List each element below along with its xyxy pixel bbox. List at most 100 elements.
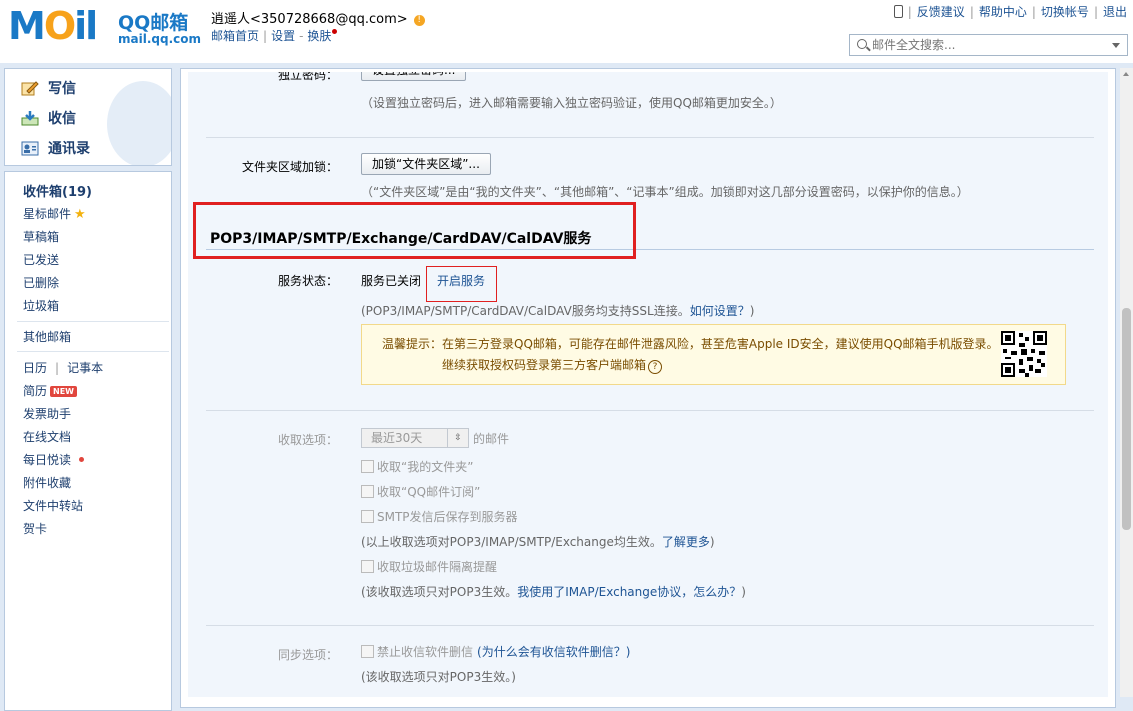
compose-button[interactable]: 写信 xyxy=(21,78,76,98)
divider xyxy=(17,321,169,322)
divider xyxy=(206,137,1094,138)
receive-note-1-text: (以上收取选项对POP3/IMAP/SMTP/Exchange均生效。 xyxy=(361,535,662,549)
divider xyxy=(206,625,1094,626)
inbox-download-icon xyxy=(21,111,39,126)
spam-reminder-checkbox[interactable]: 收取垃圾邮件隔离提醒 xyxy=(361,558,497,575)
sidebar-item-daily-read[interactable]: 每日悦读 xyxy=(23,451,85,468)
sidebar-item-sent[interactable]: 已发送 xyxy=(23,251,59,268)
how-to-setup-link[interactable]: 如何设置？ xyxy=(690,304,750,318)
sidebar-item-drafts[interactable]: 草稿箱 xyxy=(23,228,59,245)
receive-note-1-close: ) xyxy=(709,535,715,549)
receive-label: 收信 xyxy=(48,111,76,127)
checkbox[interactable] xyxy=(361,560,374,573)
search-icon[interactable] xyxy=(857,39,867,49)
sidebar-item-starred[interactable]: 星标邮件 ★ xyxy=(23,205,86,222)
checkbox[interactable] xyxy=(361,510,374,523)
smtp-save-checkbox[interactable]: SMTP发信后保存到服务器 xyxy=(361,508,518,525)
folder-lock-hint: （“文件夹区域”是由“我的文件夹”、“其他邮箱”、“记事本”组成。加锁即对这几部… xyxy=(361,185,969,199)
user-display[interactable]: 逍遥人<350728668@qq.com> xyxy=(211,12,408,27)
ssl-hint-close: ) xyxy=(749,304,755,318)
sidebar-quick-actions: 写信 收信 通讯录 xyxy=(4,68,172,166)
checkbox[interactable] xyxy=(361,645,374,658)
sidebar-item-calendar-notes: 日历 | 记事本 xyxy=(23,361,104,375)
checkbox-label: 收取垃圾邮件隔离提醒 xyxy=(377,560,498,574)
select-arrows-icon: ⇳ xyxy=(447,429,468,447)
skin-link[interactable]: 换肤 xyxy=(307,29,331,43)
sidebar-item-resume[interactable]: 简历 NEW xyxy=(23,382,77,399)
sidebar-item-docs[interactable]: 在线文档 xyxy=(23,428,71,445)
sidebar-item-spam[interactable]: 垃圾箱 xyxy=(23,297,59,314)
tip-line-1: 温馨提示：在第三方登录QQ邮箱，可能存在邮件泄露风险，甚至危害Apple ID安… xyxy=(382,337,999,351)
sidebar-item-other-mailbox[interactable]: 其他邮箱 xyxy=(23,328,71,345)
checkbox-label: 收取“我的文件夹” xyxy=(377,460,474,474)
receive-my-folders-checkbox[interactable]: 收取“我的文件夹” xyxy=(361,458,473,475)
checkbox[interactable] xyxy=(361,460,374,473)
logout-link[interactable]: 退出 xyxy=(1103,5,1127,19)
receive-subscription-checkbox[interactable]: 收取“QQ邮件订阅” xyxy=(361,483,480,500)
sidebar-item-cards[interactable]: 贺卡 xyxy=(23,520,47,537)
sidebar-item-file-transfer[interactable]: 文件中转站 xyxy=(23,497,83,514)
checkbox-label: 收取“QQ邮件订阅” xyxy=(377,485,481,499)
checkbox[interactable] xyxy=(361,485,374,498)
logo[interactable]: MOil QQ邮箱 mail.qq.com xyxy=(8,4,201,48)
search-input[interactable] xyxy=(872,37,1102,53)
warning-icon[interactable]: ! xyxy=(413,15,425,26)
learn-more-link[interactable]: 了解更多 xyxy=(662,535,710,549)
warning-tip-box: 温馨提示：在第三方登录QQ邮箱，可能存在邮件泄露风险，甚至危害Apple ID安… xyxy=(361,324,1066,385)
user-info: 逍遥人<350728668@qq.com>! xyxy=(211,8,425,27)
ssl-hint-text: (POP3/IMAP/SMTP/CardDAV/CalDAV服务均支持SSL连接… xyxy=(361,304,690,318)
mailbox-home-link[interactable]: 邮箱首页 xyxy=(211,29,259,43)
receive-options-label: 收取选项： xyxy=(277,433,338,447)
penguin-decoration xyxy=(107,81,171,165)
imap-exchange-help-link[interactable]: 我使用了IMAP/Exchange协议，怎么办？ xyxy=(517,585,741,599)
sync-note: (该收取选项只对POP3生效。) xyxy=(361,670,516,684)
tip-line-2: 继续获取授权码登录第三方客户端邮箱? xyxy=(442,356,663,374)
receive-range-select[interactable]: 最近30天 ⇳ xyxy=(361,428,469,448)
highlight-box xyxy=(193,202,636,259)
receive-note-2-text: (该收取选项只对POP3生效。 xyxy=(361,585,518,599)
receive-note-2-close: ) xyxy=(741,585,746,599)
receive-note-1: (以上收取选项对POP3/IMAP/SMTP/Exchange均生效。了解更多) xyxy=(361,533,715,550)
starred-label: 星标邮件 xyxy=(23,207,72,221)
divider xyxy=(17,351,169,352)
contacts-card-icon xyxy=(21,141,39,156)
header: MOil QQ邮箱 mail.qq.com 逍遥人<350728668@qq.c… xyxy=(0,0,1133,63)
sidebar-item-inbox[interactable]: 收件箱(19) xyxy=(23,181,92,200)
scroll-up-icon[interactable] xyxy=(1123,72,1129,76)
enable-service-highlight xyxy=(426,266,497,302)
logo-mark: MOil xyxy=(8,4,98,48)
user-nav: 邮箱首页 | 设置 - 换肤 xyxy=(211,27,338,44)
service-status-label: 服务状态： xyxy=(277,274,338,288)
service-status-value: 服务已关闭 xyxy=(361,274,422,288)
feedback-link[interactable]: 反馈建议 xyxy=(917,5,965,19)
search-box[interactable] xyxy=(849,34,1128,56)
new-badge: NEW xyxy=(50,386,77,397)
switch-account-link[interactable]: 切换帐号 xyxy=(1041,5,1089,19)
checkbox-label: 禁止收信软件删信 xyxy=(377,645,474,659)
calendar-link[interactable]: 日历 xyxy=(23,361,47,375)
forbid-delete-checkbox[interactable]: 禁止收信软件删信 (为什么会有收信软件删信？) xyxy=(361,643,630,660)
scrollbar-thumb[interactable] xyxy=(1122,308,1131,530)
settings-content: 独立密码： 设置独立密码... （设置独立密码后，进入邮箱需要输入独立密码验证，… xyxy=(188,72,1108,697)
phone-icon[interactable] xyxy=(893,5,903,18)
top-nav: | 反馈建议 | 帮助中心 | 切换帐号 | 退出 xyxy=(893,3,1127,20)
sidebar-item-deleted[interactable]: 已删除 xyxy=(23,274,59,291)
help-link[interactable]: 帮助中心 xyxy=(979,5,1027,19)
help-question-icon[interactable]: ? xyxy=(648,360,663,374)
tip-line-2-text: 继续获取授权码登录第三方客户端邮箱 xyxy=(442,358,647,372)
set-independent-password-button[interactable]: 设置独立密码... xyxy=(361,72,467,81)
sidebar-item-invoice[interactable]: 发票助手 xyxy=(23,405,71,422)
sidebar-folder-list: 收件箱(19) 星标邮件 ★ 草稿箱 已发送 已删除 垃圾箱 其他邮箱 日历 | 记事… xyxy=(4,171,172,711)
contacts-button[interactable]: 通讯录 xyxy=(21,138,90,158)
notes-link[interactable]: 记事本 xyxy=(67,361,103,375)
settings-link[interactable]: 设置 xyxy=(271,29,295,43)
why-delete-link[interactable]: (为什么会有收信软件删信？) xyxy=(477,645,630,659)
scrollbar[interactable] xyxy=(1120,68,1133,697)
lock-folder-area-button[interactable]: 加锁“文件夹区域”... xyxy=(361,153,491,175)
contacts-label: 通讯录 xyxy=(48,141,90,157)
receive-button[interactable]: 收信 xyxy=(21,108,76,128)
star-icon: ★ xyxy=(74,207,86,222)
divider xyxy=(206,410,1094,411)
sidebar-item-attachments[interactable]: 附件收藏 xyxy=(23,474,71,491)
chevron-down-icon[interactable] xyxy=(1112,43,1120,48)
